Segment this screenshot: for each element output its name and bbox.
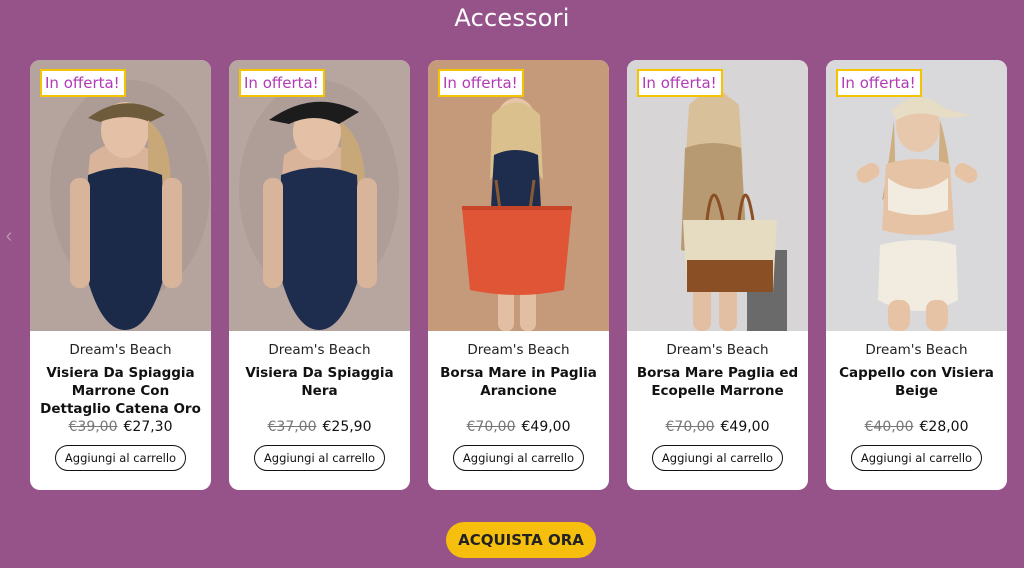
product-card[interactable]: In offerta! Dream's Beach Visiera Da Spi… [30,60,211,490]
product-brand: Dream's Beach [467,342,570,358]
product-name[interactable]: Visiera Da Spiaggia Nera [237,364,402,400]
sale-price: €49,00 [521,419,571,435]
product-name[interactable]: Borsa Mare in Paglia Arancione [436,364,601,400]
product-card[interactable]: In offerta! Dream's Beach Visiera Da Spi… [229,60,410,490]
add-to-cart-button[interactable]: Aggiungi al carrello [254,445,385,471]
product-card[interactable]: In offerta! Dream's Beach Cappello con V… [826,60,1007,490]
old-price: €70,00 [665,419,715,435]
sale-price: €28,00 [919,419,969,435]
sale-price: €25,90 [322,419,372,435]
offer-badge: In offerta! [637,69,723,97]
product-image[interactable] [826,60,1007,331]
shop-now-button[interactable]: ACQUISTA ORA [446,522,596,558]
offer-badge: In offerta! [836,69,922,97]
add-to-cart-button[interactable]: Aggiungi al carrello [851,445,982,471]
offer-badge: In offerta! [438,69,524,97]
product-name[interactable]: Visiera Da Spiaggia Marrone Con Dettagli… [38,364,203,418]
offer-badge: In offerta! [239,69,325,97]
product-prices: €70,00 €49,00 [428,419,609,435]
product-card[interactable]: In offerta! Dream's Beach Borsa Mare in … [428,60,609,490]
add-to-cart-button[interactable]: Aggiungi al carrello [652,445,783,471]
product-prices: €40,00 €28,00 [826,419,1007,435]
old-price: €40,00 [864,419,914,435]
chevron-left-icon[interactable]: ‹ [2,224,16,248]
add-to-cart-button[interactable]: Aggiungi al carrello [55,445,186,471]
product-card[interactable]: In offerta! Dream's Beach Borsa Mare Pag… [627,60,808,490]
product-prices: €70,00 €49,00 [627,419,808,435]
sale-price: €27,30 [123,419,173,435]
old-price: €39,00 [68,419,118,435]
old-price: €70,00 [466,419,516,435]
sale-price: €49,00 [720,419,770,435]
product-brand: Dream's Beach [69,342,172,358]
product-brand: Dream's Beach [865,342,968,358]
old-price: €37,00 [267,419,317,435]
offer-badge: In offerta! [40,69,126,97]
product-prices: €39,00 €27,30 [30,419,211,435]
product-image[interactable] [627,60,808,331]
product-image[interactable] [30,60,211,331]
product-prices: €37,00 €25,90 [229,419,410,435]
product-image[interactable] [428,60,609,331]
product-name[interactable]: Cappello con Visiera Beige [834,364,999,400]
add-to-cart-button[interactable]: Aggiungi al carrello [453,445,584,471]
product-brand: Dream's Beach [268,342,371,358]
section-title: Accessori [454,4,570,32]
product-brand: Dream's Beach [666,342,769,358]
product-image[interactable] [229,60,410,331]
product-name[interactable]: Borsa Mare Paglia ed Ecopelle Marrone [635,364,800,400]
